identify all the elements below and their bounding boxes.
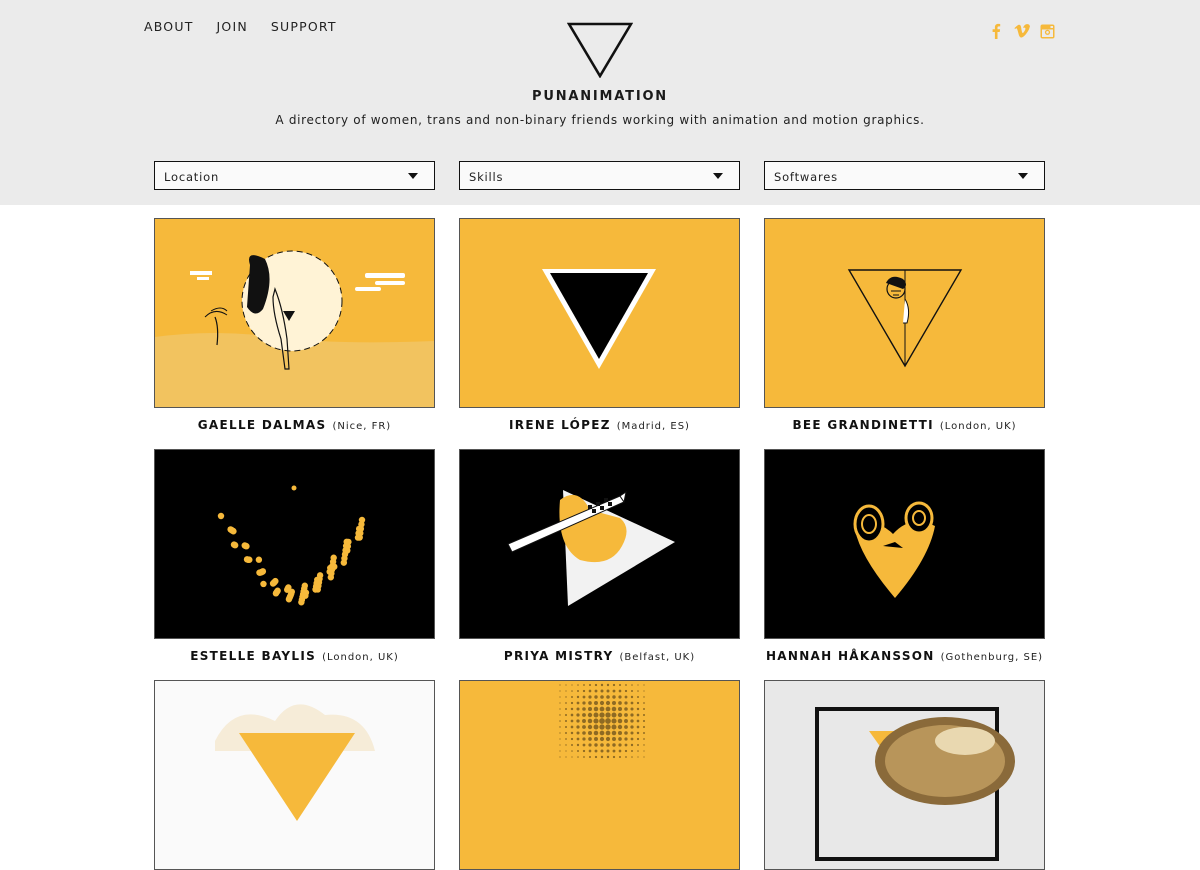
triangle-logo-icon[interactable] [567, 22, 633, 78]
nav-join-link[interactable]: JOIN [217, 19, 248, 34]
profile-card[interactable]: IRENE LÓPEZ (Madrid, ES) [459, 218, 740, 432]
profile-thumbnail[interactable] [764, 680, 1045, 870]
site-tagline: A directory of women, trans and non-bina… [275, 113, 925, 127]
profile-name[interactable]: GAELLE DALMAS [198, 418, 327, 432]
site-logo-text[interactable]: PUNANIMATION [0, 89, 1200, 104]
vimeo-icon[interactable] [1013, 22, 1030, 40]
chevron-down-icon [1018, 173, 1028, 179]
profile-thumbnail[interactable] [154, 680, 435, 870]
profile-location: (London, UK) [939, 421, 1017, 432]
profile-card[interactable] [764, 680, 1045, 870]
chevron-down-icon [713, 173, 723, 179]
profile-name[interactable]: HANNAH HÅKANSSON [766, 649, 935, 663]
profile-card[interactable] [154, 680, 435, 870]
profile-name[interactable]: PRIYA MISTRY [504, 649, 614, 663]
softwares-filter-label: Softwares [774, 170, 838, 184]
nav-support-link[interactable]: SUPPORT [271, 19, 337, 34]
profile-location: (Belfast, UK) [619, 652, 696, 663]
skills-filter-label: Skills [469, 170, 504, 184]
profile-thumbnail[interactable] [154, 449, 435, 639]
facebook-icon[interactable] [987, 22, 1004, 40]
nav-about-link[interactable]: ABOUT [144, 19, 194, 34]
softwares-filter-select[interactable]: Softwares [764, 161, 1045, 190]
profile-card[interactable]: PRIYA MISTRY (Belfast, UK) [459, 449, 740, 663]
profile-name[interactable]: IRENE LÓPEZ [509, 418, 611, 432]
profile-card[interactable] [459, 680, 740, 870]
dot-pattern-graphic [155, 450, 434, 638]
profile-thumbnail[interactable] [154, 218, 435, 408]
instagram-icon[interactable] [1039, 22, 1056, 40]
profile-card[interactable]: BEE GRANDINETTI (London, UK) [764, 218, 1045, 432]
profile-thumbnail[interactable] [459, 449, 740, 639]
chevron-down-icon [408, 173, 418, 179]
profile-name[interactable]: BEE GRANDINETTI [792, 418, 933, 432]
site-header: ABOUT JOIN SUPPORT PUNANIMATION A direct… [0, 0, 1200, 205]
profile-thumbnail[interactable] [764, 449, 1045, 639]
profile-thumbnail[interactable] [459, 680, 740, 870]
profile-card[interactable]: GAELLE DALMAS (Nice, FR) [154, 218, 435, 432]
profile-location: (Madrid, ES) [616, 421, 690, 432]
profile-thumbnail[interactable] [459, 218, 740, 408]
profile-location: (Gothenburg, SE) [940, 652, 1044, 663]
profile-caption: HANNAH HÅKANSSON (Gothenburg, SE) [724, 645, 1085, 664]
profile-thumbnail[interactable] [764, 218, 1045, 408]
profile-location: (London, UK) [322, 652, 399, 663]
social-links [987, 22, 1056, 40]
location-filter-select[interactable]: Location [154, 161, 435, 190]
profile-name[interactable]: ESTELLE BAYLIS [190, 649, 316, 663]
skills-filter-select[interactable]: Skills [459, 161, 740, 190]
main-nav: ABOUT JOIN SUPPORT [144, 19, 360, 34]
profile-caption: BEE GRANDINETTI (London, UK) [724, 414, 1085, 433]
profile-location: (Nice, FR) [332, 421, 392, 432]
location-filter-label: Location [164, 170, 220, 184]
profile-card[interactable]: HANNAH HÅKANSSON (Gothenburg, SE) [764, 449, 1045, 663]
profile-card[interactable]: ESTELLE BAYLIS (London, UK) [154, 449, 435, 663]
